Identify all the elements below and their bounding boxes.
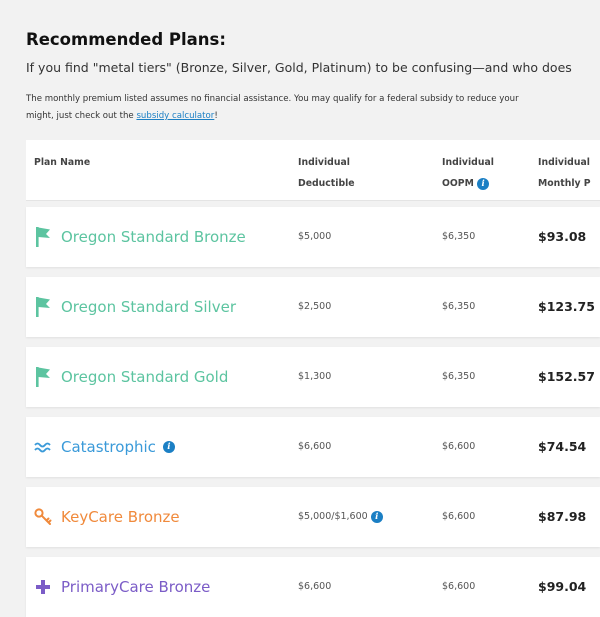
premium-note: The monthly premium listed assumes no fi… bbox=[26, 91, 600, 125]
page-title: Recommended Plans: bbox=[26, 30, 226, 49]
plan-name-label: Catastrophic bbox=[61, 438, 156, 456]
column-header-oopm: Individual OOPM i bbox=[442, 152, 494, 194]
premium-value: $99.04 bbox=[538, 579, 587, 594]
oopm-value: $6,350 bbox=[442, 301, 476, 312]
flag-icon bbox=[34, 296, 52, 318]
wave-icon bbox=[34, 440, 52, 454]
premium-note-line-1: The monthly premium listed assumes no fi… bbox=[26, 94, 519, 104]
table-header: Plan Name Individual Deductible Individu… bbox=[26, 140, 600, 201]
premium-note-suffix: ! bbox=[214, 111, 218, 121]
premium-value: $152.57 bbox=[538, 369, 595, 384]
info-icon[interactable]: i bbox=[162, 441, 175, 453]
table-row[interactable]: PrimaryCare Bronze $6,600 $6,600 $99.04 bbox=[26, 557, 600, 617]
deductible-value: $2,500 bbox=[298, 301, 332, 312]
column-header-premium-line-2: Monthly P bbox=[538, 178, 591, 189]
premium-note-prefix: might, just check out the bbox=[26, 111, 137, 121]
plus-icon bbox=[34, 579, 52, 595]
premium-value: $123.75 bbox=[538, 299, 595, 314]
plan-name-label: PrimaryCare Bronze bbox=[61, 578, 211, 596]
plan-name-label: Oregon Standard Gold bbox=[61, 368, 229, 386]
oopm-value: $6,600 bbox=[442, 441, 476, 452]
deductible-value: $5,000/$1,600 i bbox=[298, 487, 383, 547]
plan-name[interactable]: Oregon Standard Silver bbox=[34, 277, 236, 337]
table-row[interactable]: Catastrophic i $6,600 $6,600 $74.54 bbox=[26, 417, 600, 477]
column-header-oopm-label: OOPM bbox=[442, 178, 474, 189]
intro-text: If you find "metal tiers" (Bronze, Silve… bbox=[26, 60, 572, 75]
plan-name[interactable]: Oregon Standard Gold bbox=[34, 347, 228, 407]
deductible-value: $1,300 bbox=[298, 371, 332, 382]
plan-name[interactable]: PrimaryCare Bronze bbox=[34, 557, 210, 617]
premium-note-line-2: might, just check out the subsidy calcul… bbox=[26, 108, 600, 125]
column-header-deductible-line-1: Individual bbox=[298, 157, 350, 168]
oopm-value: $6,600 bbox=[442, 511, 476, 522]
flag-icon bbox=[34, 366, 52, 388]
key-icon bbox=[34, 508, 52, 526]
flag-icon bbox=[34, 226, 52, 248]
column-header-premium: Individual Monthly P bbox=[538, 152, 591, 194]
column-header-plan-name: Plan Name bbox=[34, 157, 91, 168]
oopm-value: $6,350 bbox=[442, 371, 476, 382]
plan-name-label: Oregon Standard Silver bbox=[61, 298, 236, 316]
plan-name-label: Oregon Standard Bronze bbox=[61, 228, 246, 246]
premium-value: $93.08 bbox=[538, 229, 587, 244]
column-header-oopm-line-1: Individual bbox=[442, 157, 494, 168]
plan-name[interactable]: Oregon Standard Bronze bbox=[34, 207, 246, 267]
plan-name-label: KeyCare Bronze bbox=[61, 508, 180, 526]
table-row[interactable]: Oregon Standard Gold $1,300 $6,350 $152.… bbox=[26, 347, 600, 407]
column-header-oopm-line-2: OOPM i bbox=[442, 173, 494, 194]
oopm-value: $6,600 bbox=[442, 581, 476, 592]
deductible-value-label: $5,000/$1,600 bbox=[298, 511, 368, 522]
info-icon[interactable]: i bbox=[477, 177, 490, 190]
plans-table: Plan Name Individual Deductible Individu… bbox=[26, 140, 600, 617]
table-row[interactable]: Oregon Standard Bronze $5,000 $6,350 $93… bbox=[26, 207, 600, 267]
table-row[interactable]: Oregon Standard Silver $2,500 $6,350 $12… bbox=[26, 277, 600, 337]
oopm-value: $6,350 bbox=[442, 231, 476, 242]
column-header-deductible-line-2: Deductible bbox=[298, 178, 355, 189]
deductible-value: $6,600 bbox=[298, 441, 332, 452]
deductible-value: $5,000 bbox=[298, 231, 332, 242]
column-header-premium-line-1: Individual bbox=[538, 157, 590, 168]
info-icon[interactable]: i bbox=[370, 510, 383, 523]
plan-name[interactable]: Catastrophic i bbox=[34, 417, 175, 477]
plan-name[interactable]: KeyCare Bronze bbox=[34, 487, 180, 547]
premium-value: $87.98 bbox=[538, 509, 587, 524]
premium-value: $74.54 bbox=[538, 439, 587, 454]
column-header-deductible: Individual Deductible bbox=[298, 152, 355, 194]
table-row[interactable]: KeyCare Bronze $5,000/$1,600 i $6,600 $87… bbox=[26, 487, 600, 547]
deductible-value: $6,600 bbox=[298, 581, 332, 592]
subsidy-calculator-link[interactable]: subsidy calculator bbox=[136, 111, 214, 121]
